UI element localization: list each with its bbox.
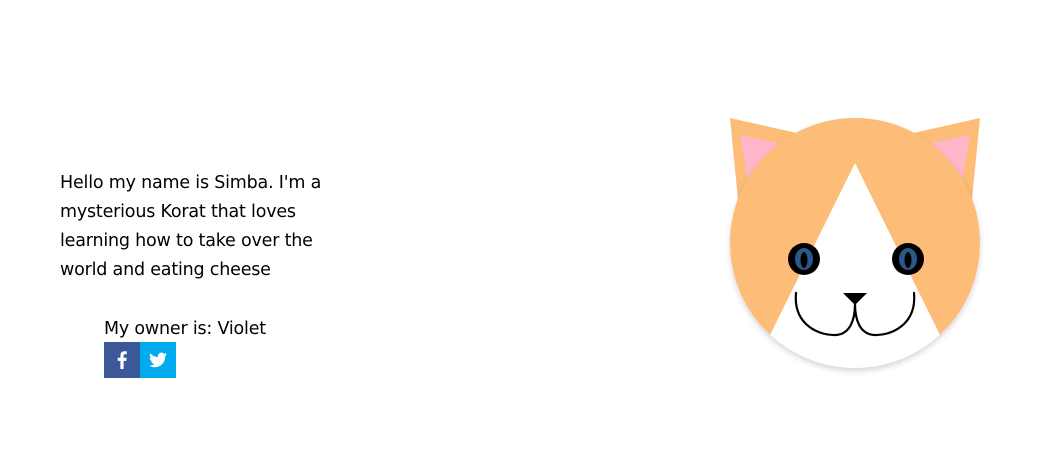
twitter-icon xyxy=(149,352,167,368)
social-links xyxy=(104,342,176,378)
owner-label: My owner is: Violet xyxy=(104,319,266,339)
right-eye xyxy=(892,243,924,275)
left-eye xyxy=(788,243,820,275)
cat-bio: Hello my name is Simba. I'm a mysterious… xyxy=(60,172,322,280)
facebook-share-button[interactable] xyxy=(104,342,140,378)
page: Hello my name is Simba. I'm a mysterious… xyxy=(0,0,1042,475)
facebook-icon xyxy=(117,351,127,369)
twitter-share-button[interactable] xyxy=(140,342,176,378)
cat-face-illustration xyxy=(726,114,984,376)
